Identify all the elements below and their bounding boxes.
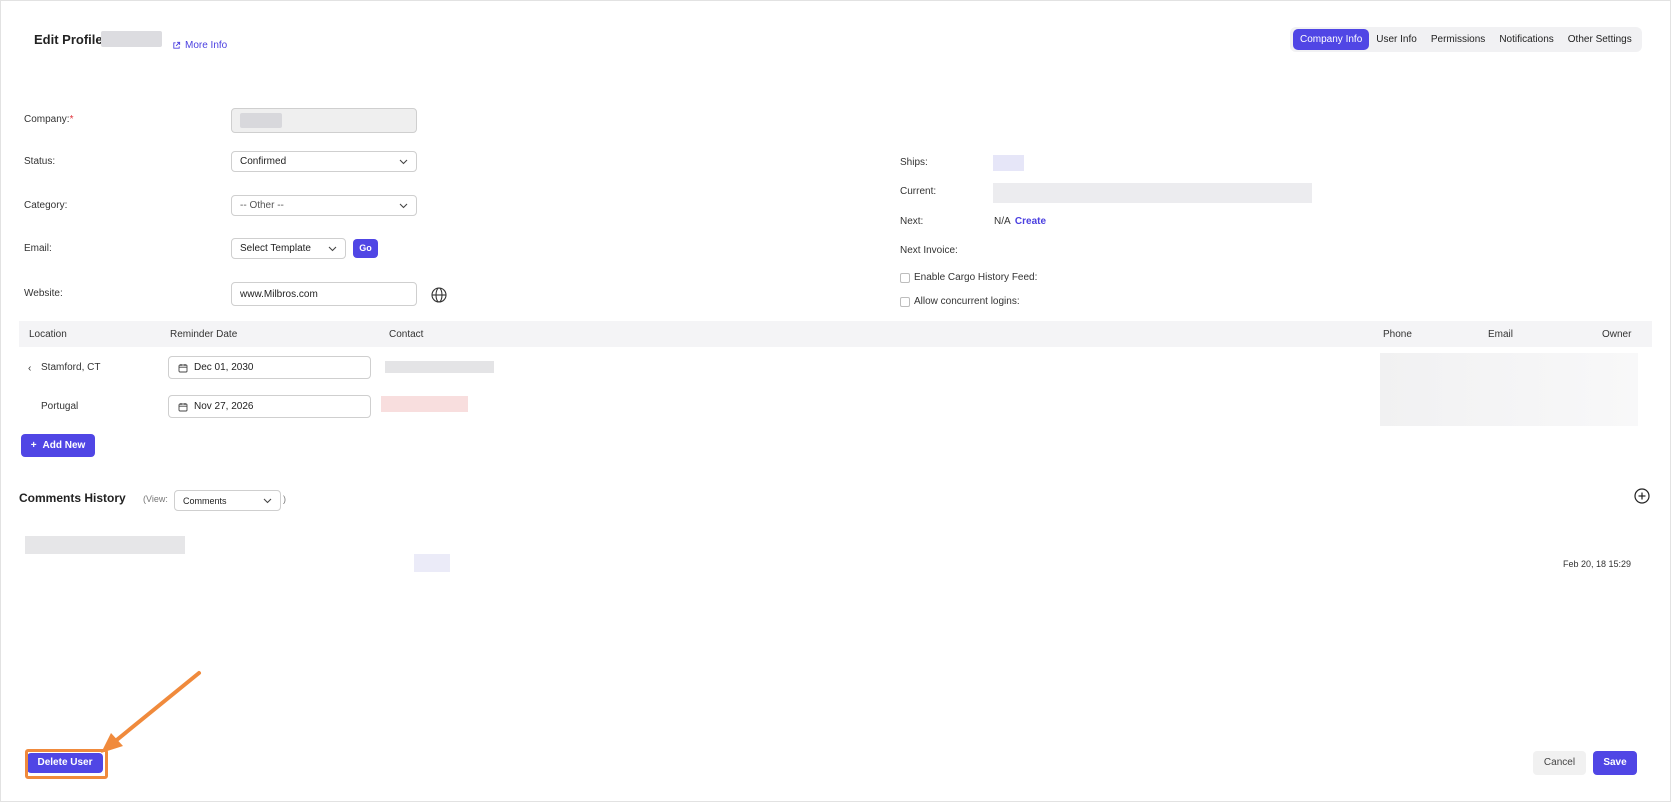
email-label: Email: — [24, 243, 52, 254]
comments-history-title: Comments History — [19, 491, 126, 505]
company-value-redacted — [240, 113, 282, 128]
reminder-date-value: Nov 27, 2026 — [194, 401, 254, 412]
view-suffix: ) — [283, 494, 286, 504]
contact-redacted — [385, 361, 494, 373]
create-link[interactable]: Create — [1015, 216, 1046, 227]
calendar-icon — [178, 363, 188, 372]
annotation-arrow-icon — [101, 671, 201, 753]
current-label: Current: — [900, 186, 937, 197]
email-template-value: Select Template — [240, 243, 311, 254]
column-reminder-date: Reminder Date — [170, 329, 238, 340]
profile-name-redacted — [101, 31, 162, 47]
add-location-button[interactable]: + Add New — [21, 434, 95, 457]
globe-icon[interactable] — [431, 287, 447, 303]
save-button[interactable]: Save — [1593, 751, 1637, 775]
contact-redacted — [381, 396, 468, 412]
column-email: Email — [1488, 329, 1514, 340]
more-info-label: More Info — [185, 40, 228, 51]
tab-permissions[interactable]: Permissions — [1424, 29, 1492, 50]
column-phone: Phone — [1383, 329, 1412, 340]
location-name: Stamford, CT — [41, 362, 101, 373]
page-title: Edit Profile: — [34, 32, 107, 47]
next-value: N/A Create — [994, 216, 1047, 227]
locations-table-header: Location Reminder Date Contact Phone Ema… — [19, 321, 1652, 347]
chevron-down-icon — [399, 159, 408, 164]
add-new-label: Add New — [42, 440, 86, 451]
ships-value-redacted — [993, 155, 1024, 171]
cargo-feed-checkbox[interactable] — [900, 273, 910, 283]
chevron-down-icon — [328, 246, 337, 251]
more-info-link[interactable]: More Info — [172, 40, 227, 51]
comment-text-redacted — [414, 554, 450, 572]
view-prefix: (View: — [143, 494, 168, 504]
next-invoice-label: Next Invoice: — [900, 245, 958, 256]
cancel-button[interactable]: Cancel — [1533, 751, 1586, 775]
company-field[interactable] — [231, 108, 417, 133]
category-value: -- Other -- — [240, 200, 284, 211]
website-input[interactable]: www.Milbros.com — [231, 282, 417, 306]
profile-tabs: Company Info User Info Permissions Notif… — [1290, 27, 1642, 52]
concurrent-logins-label: Allow concurrent logins: — [914, 296, 1020, 307]
comments-view-value: Comments — [183, 495, 227, 506]
current-value-redacted — [993, 183, 1312, 203]
status-label: Status: — [24, 156, 56, 167]
category-select[interactable]: -- Other -- — [231, 195, 417, 216]
chevron-down-icon — [399, 203, 408, 208]
required-mark: * — [69, 114, 74, 125]
external-link-icon — [173, 41, 181, 49]
add-comment-icon[interactable] — [1634, 488, 1650, 504]
company-label: Company:* — [24, 114, 74, 125]
status-select[interactable]: Confirmed — [231, 151, 417, 172]
status-value: Confirmed — [240, 156, 287, 167]
tab-other-settings[interactable]: Other Settings — [1561, 29, 1639, 50]
reminder-date-value: Dec 01, 2030 — [194, 362, 254, 373]
cargo-feed-label: Enable Cargo History Feed: — [914, 272, 1038, 283]
row-expander-icon[interactable]: ‹ — [28, 363, 31, 374]
website-value: www.Milbros.com — [240, 288, 318, 300]
comment-timestamp: Feb 20, 18 15:29 — [1563, 559, 1632, 569]
category-label: Category: — [24, 200, 68, 211]
column-owner: Owner — [1602, 329, 1632, 340]
phone-email-owner-redacted — [1380, 353, 1638, 426]
website-label: Website: — [24, 288, 63, 299]
location-name: Portugal — [41, 401, 79, 412]
calendar-icon — [178, 402, 188, 411]
chevron-down-icon — [263, 498, 272, 503]
tab-notifications[interactable]: Notifications — [1492, 29, 1560, 50]
comments-view-select[interactable]: Comments — [174, 490, 281, 511]
column-contact: Contact — [389, 329, 424, 340]
concurrent-logins-checkbox[interactable] — [900, 297, 910, 307]
tab-user-info[interactable]: User Info — [1369, 29, 1424, 50]
reminder-date-field[interactable]: Nov 27, 2026 — [168, 395, 371, 418]
comment-author-redacted — [25, 536, 185, 554]
tab-company-info[interactable]: Company Info — [1293, 29, 1370, 50]
next-label: Next: — [900, 216, 924, 227]
plus-icon: + — [30, 440, 37, 451]
ships-label: Ships: — [900, 157, 928, 168]
reminder-date-field[interactable]: Dec 01, 2030 — [168, 356, 371, 379]
column-location: Location — [29, 329, 67, 340]
go-button[interactable]: Go — [353, 239, 378, 258]
email-template-select[interactable]: Select Template — [231, 238, 346, 259]
